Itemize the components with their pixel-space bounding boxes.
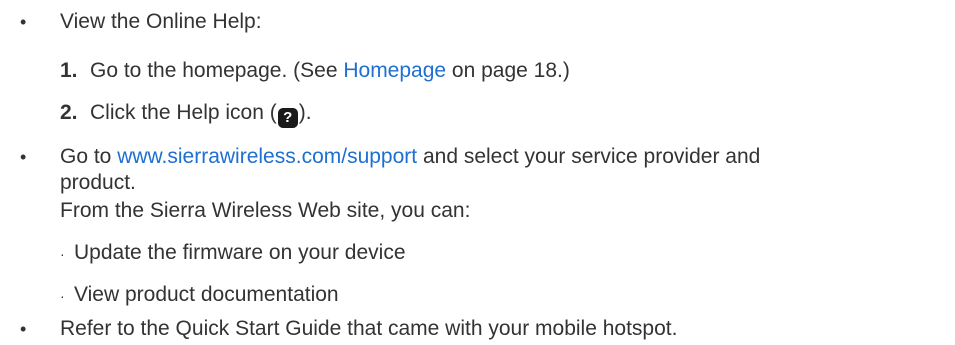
sub-list-item: · Update the firmware on your device [60, 241, 406, 266]
bullet-marker: • [20, 147, 27, 167]
sub-list-item: · View product documentation [60, 283, 339, 308]
step-number: 2. [60, 101, 78, 124]
step-1: 1. Go to the homepage. (See Homepage on p… [60, 59, 570, 83]
step-text: on page 18.) [446, 59, 570, 82]
help-icon: ? [277, 108, 298, 128]
bullet-marker: • [20, 12, 27, 32]
step-text: ). [298, 101, 312, 124]
subbullet-marker: · [60, 288, 65, 304]
step-number: 1. [60, 59, 78, 82]
bullet-marker: • [20, 319, 27, 339]
support-item-continued: product. [60, 171, 136, 194]
step-text: Click the Help icon ( [90, 101, 277, 124]
sub-item-text: View product documentation [74, 283, 339, 306]
support-intro: From the Sierra Wireless Web site, you c… [60, 199, 471, 222]
homepage-link[interactable]: Homepage [343, 59, 446, 82]
quick-start-item: Refer to the Quick Start Guide that came… [60, 317, 678, 340]
item-text: and select your service provider and [417, 145, 761, 168]
online-help-item: View the Online Help: [60, 10, 262, 33]
support-item: Go to www.sierrawireless.com/support and… [60, 145, 760, 169]
support-link[interactable]: www.sierrawireless.com/support [117, 145, 417, 168]
step-text: Go to the homepage. (See [90, 59, 344, 82]
item-text: Go to [60, 145, 118, 168]
sub-item-text: Update the firmware on your device [74, 241, 406, 264]
subbullet-marker: · [60, 246, 65, 262]
step-2: 2. Click the Help icon (?). [60, 101, 312, 128]
